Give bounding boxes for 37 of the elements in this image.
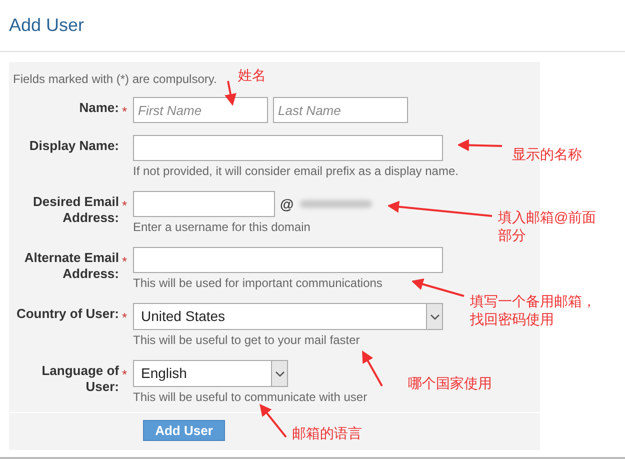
help-text: This will be useful to get to your mail faster <box>133 332 361 349</box>
field-label: Name: <box>78 99 119 116</box>
annotation-arrow <box>222 80 238 106</box>
page-title: Add User <box>9 14 84 37</box>
field-label: Display Name: <box>28 137 119 154</box>
username-field[interactable] <box>133 191 275 217</box>
chevron-down-icon <box>430 314 440 320</box>
text-field[interactable] <box>133 247 443 273</box>
text-field[interactable] <box>133 135 443 161</box>
name-field[interactable]: Last Name <box>273 97 408 123</box>
field-label: Alternate Email Address: <box>23 249 119 282</box>
annotation-text: 填写一个备用邮箱，找回密码使用 <box>470 292 597 328</box>
dropdown-button[interactable] <box>271 361 287 386</box>
name-field[interactable]: First Name <box>133 97 268 123</box>
dropdown-select[interactable]: English <box>133 360 288 387</box>
required-mark: * <box>122 367 128 382</box>
dropdown-button[interactable] <box>426 304 442 329</box>
required-mark: * <box>122 198 128 213</box>
chevron-down-icon <box>274 370 284 376</box>
annotation-text: 显示的名称 <box>512 145 583 163</box>
annotation-text: 填入邮箱@前面部分 <box>498 208 598 244</box>
help-text: Enter a username for this domain <box>133 219 312 236</box>
required-mark: * <box>122 254 128 269</box>
required-mark: * <box>122 104 128 119</box>
field-label: Language of User: <box>40 362 119 395</box>
annotation-text: 邮箱的语言 <box>292 424 363 442</box>
field-label: Desired Email Address: <box>32 193 119 226</box>
at-sign: @ <box>280 194 294 214</box>
help-text: If not provided, it will consider email prefix as a display name. <box>133 163 458 180</box>
annotation-text: 哪个国家使用 <box>408 374 493 392</box>
compulsory-note: Fields marked with (*) are compulsory. <box>12 71 217 88</box>
help-text: This will be used for important communications <box>133 275 384 292</box>
required-mark: * <box>122 310 128 325</box>
annotation-text: 姓名 <box>238 66 267 84</box>
field-label: Country of User: <box>15 305 119 322</box>
help-text: This will be useful to communicate with user <box>133 389 368 406</box>
dropdown-select[interactable]: United States <box>133 303 443 330</box>
